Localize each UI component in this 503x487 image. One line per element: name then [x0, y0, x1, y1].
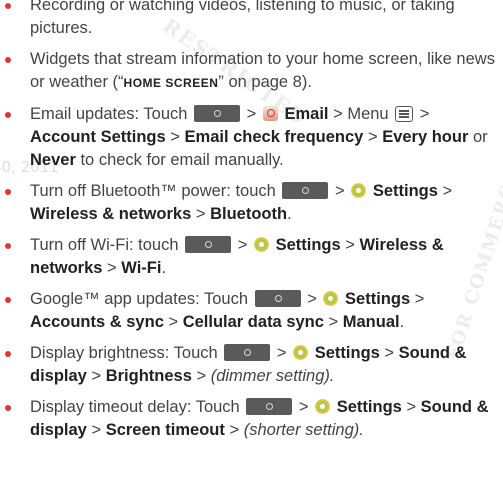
menu-path-item: Settings: [336, 398, 402, 416]
home-button-icon: [224, 344, 271, 361]
item-text: .: [399, 313, 405, 331]
separator: >: [307, 290, 317, 308]
separator: >: [406, 398, 417, 416]
settings-gear-icon: [323, 291, 339, 306]
bullet-dot: [5, 297, 11, 303]
separator: >: [229, 421, 240, 439]
item-text: Display brightness: Touch: [30, 344, 218, 362]
separator: >: [168, 313, 179, 331]
separator: >: [246, 105, 257, 123]
separator: >: [298, 398, 309, 416]
setting-hint: (dimmer setting).: [210, 367, 335, 385]
separator: >: [335, 182, 345, 200]
menu-path-item: Accounts & sync: [30, 313, 164, 331]
separator: >: [91, 421, 102, 439]
separator: >: [170, 128, 180, 146]
bullet-dot: [5, 351, 11, 357]
bullet-dot: [5, 57, 11, 63]
separator: >: [276, 344, 287, 362]
menu-path-item: Email check frequency: [184, 128, 364, 146]
separator: >: [107, 259, 117, 277]
menu-path-item: Settings: [372, 182, 438, 200]
list-item: Recording or watching videos, listening …: [0, 0, 503, 40]
menu-path-item: Settings: [345, 290, 411, 308]
separator: >: [367, 128, 378, 146]
list-item: Widgets that stream information to your …: [0, 48, 503, 95]
home-button-icon: [282, 182, 329, 199]
separator: >: [442, 182, 453, 200]
item-text: ” on page 8).: [218, 73, 312, 91]
menu-key-icon: [395, 106, 414, 122]
menu-path-item: Every hour: [382, 128, 469, 146]
menu-path-item: Settings: [275, 236, 341, 254]
power-tips-list: Recording or watching videos, listening …: [0, 0, 503, 442]
list-item: Display timeout delay: Touch > Settings …: [0, 396, 503, 442]
item-text: Display timeout delay: Touch: [30, 398, 240, 416]
menu-path-item: Brightness: [105, 367, 192, 385]
home-button-icon: [185, 236, 232, 253]
item-text: Turn off Bluetooth™ power: touch: [30, 182, 276, 200]
bullet-dot: [5, 189, 11, 195]
item-text: Turn off Wi-Fi: touch: [30, 236, 179, 254]
bullet-dot: [5, 243, 11, 249]
menu-path-item: Wireless & networks: [30, 205, 192, 223]
settings-gear-icon: [315, 399, 331, 414]
list-item: Turn off Bluetooth™ power: touch > Setti…: [0, 180, 503, 226]
bullet-dot: [5, 3, 11, 9]
separator: >: [91, 367, 102, 385]
menu-path-item: Email: [284, 105, 329, 123]
item-text: > Menu: [333, 105, 389, 123]
settings-gear-icon: [293, 345, 309, 360]
home-button-icon: [194, 105, 241, 122]
setting-hint: (shorter setting).: [243, 421, 364, 439]
menu-path-item: Wi-Fi: [121, 259, 162, 277]
separator: >: [419, 105, 430, 123]
menu-path-item: Account Settings: [30, 128, 166, 146]
settings-gear-icon: [351, 183, 367, 198]
home-screen-reference[interactable]: HOME SCREEN: [124, 76, 219, 90]
separator: >: [237, 236, 248, 254]
home-button-icon: [246, 398, 293, 415]
menu-path-item: Manual: [342, 313, 400, 331]
home-button-icon: [254, 290, 301, 307]
item-text: to check for email manually.: [80, 151, 284, 169]
menu-path-item: Bluetooth: [210, 205, 288, 223]
separator: >: [345, 236, 355, 254]
bullet-dot: [5, 405, 11, 411]
menu-path-item: Settings: [314, 344, 380, 362]
item-text: .: [287, 205, 292, 223]
menu-path-item: Cellular data sync: [182, 313, 324, 331]
list-item: Google™ app updates: Touch > Settings > …: [0, 288, 503, 334]
item-text: Email updates: Touch: [30, 105, 188, 123]
separator: >: [195, 205, 206, 223]
separator: >: [414, 290, 425, 308]
list-item: Display brightness: Touch > Settings > S…: [0, 342, 503, 388]
list-item: Turn off Wi-Fi: touch > Settings > Wirel…: [0, 234, 503, 280]
separator: >: [384, 344, 395, 362]
item-text: Recording or watching videos, listening …: [30, 0, 455, 37]
menu-path-item: Never: [30, 151, 76, 169]
settings-gear-icon: [253, 237, 269, 252]
item-text: Google™ app updates: Touch: [30, 290, 249, 308]
item-text: or: [472, 128, 488, 146]
separator: >: [196, 367, 207, 385]
item-text: .: [161, 259, 167, 277]
menu-path-item: Screen timeout: [105, 421, 225, 439]
email-app-icon: [262, 106, 278, 121]
bullet-dot: [5, 112, 11, 118]
separator: >: [328, 313, 339, 331]
list-item: Email updates: Touch > Email > Menu > Ac…: [0, 103, 503, 172]
